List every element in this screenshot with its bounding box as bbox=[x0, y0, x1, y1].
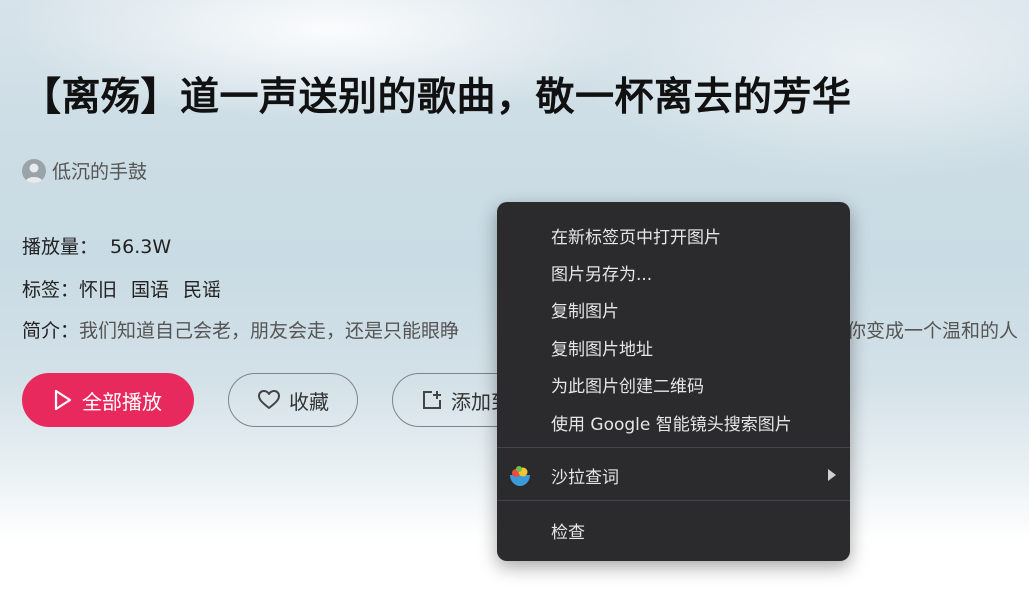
menu-item-label: 复制图片地址 bbox=[551, 339, 653, 360]
menu-separator bbox=[497, 500, 850, 501]
favorite-label: 收藏 bbox=[289, 389, 329, 414]
playlist-title: 【离殇】道一声送别的歌曲，敬一杯离去的芳华 bbox=[22, 75, 852, 120]
tag-item[interactable]: 怀旧 bbox=[79, 279, 117, 301]
menu-item-label: 复制图片 bbox=[551, 301, 619, 322]
menu-item-copy-image-address[interactable]: 复制图片地址 bbox=[497, 330, 850, 364]
avatar[interactable] bbox=[22, 158, 46, 183]
menu-item-open-image-new-tab[interactable]: 在新标签页中打开图片 bbox=[497, 218, 850, 252]
author-info[interactable]: 低沉的手鼓 bbox=[22, 157, 147, 184]
play-icon bbox=[54, 389, 72, 411]
heart-icon bbox=[258, 390, 280, 409]
menu-item-create-qr-code[interactable]: 为此图片创建二维码 bbox=[497, 367, 850, 401]
menu-item-label: 检查 bbox=[551, 522, 585, 543]
context-menu: 在新标签页中打开图片 图片另存为... 复制图片 复制图片地址 为此图片创建二维… bbox=[497, 202, 850, 561]
intro-label: 简介： bbox=[22, 320, 80, 342]
favorite-button[interactable]: 收藏 bbox=[228, 373, 358, 427]
menu-item-label: 为此图片创建二维码 bbox=[551, 376, 704, 397]
play-all-button[interactable]: 全部播放 bbox=[22, 373, 194, 427]
menu-item-label: 沙拉查词 bbox=[551, 467, 619, 488]
add-to-icon bbox=[423, 391, 441, 409]
menu-item-label: 在新标签页中打开图片 bbox=[551, 227, 721, 248]
tag-item[interactable]: 国语 bbox=[131, 279, 169, 301]
submenu-arrow-icon bbox=[828, 469, 836, 481]
tags-label: 标签： bbox=[22, 279, 80, 301]
intro-text-tail: 你变成一个温和的人 bbox=[847, 320, 1019, 342]
menu-item-label: 使用 Google 智能镜头搜索图片 bbox=[551, 414, 792, 435]
intro-text: 我们知道自己会老，朋友会走，还是只能眼睁 bbox=[79, 320, 460, 342]
play-count-value: 56.3W bbox=[110, 236, 172, 258]
play-all-label: 全部播放 bbox=[82, 389, 162, 414]
menu-separator bbox=[497, 447, 850, 448]
menu-item-save-image-as[interactable]: 图片另存为... bbox=[497, 255, 850, 289]
menu-item-google-lens-search[interactable]: 使用 Google 智能镜头搜索图片 bbox=[497, 405, 850, 439]
play-count-row: 播放量： 56.3W bbox=[22, 232, 171, 259]
menu-item-copy-image[interactable]: 复制图片 bbox=[497, 292, 850, 326]
menu-item-saladict[interactable]: 沙拉查词 bbox=[497, 458, 850, 492]
saladict-icon bbox=[510, 466, 530, 486]
menu-item-inspect[interactable]: 检查 bbox=[497, 513, 850, 547]
author-name[interactable]: 低沉的手鼓 bbox=[52, 157, 147, 184]
tags-row: 标签：怀旧 国语 民谣 bbox=[22, 275, 235, 302]
menu-item-label: 图片另存为... bbox=[551, 264, 653, 285]
play-count-label: 播放量： bbox=[22, 236, 99, 258]
user-icon bbox=[25, 163, 43, 183]
tag-item[interactable]: 民谣 bbox=[183, 279, 221, 301]
